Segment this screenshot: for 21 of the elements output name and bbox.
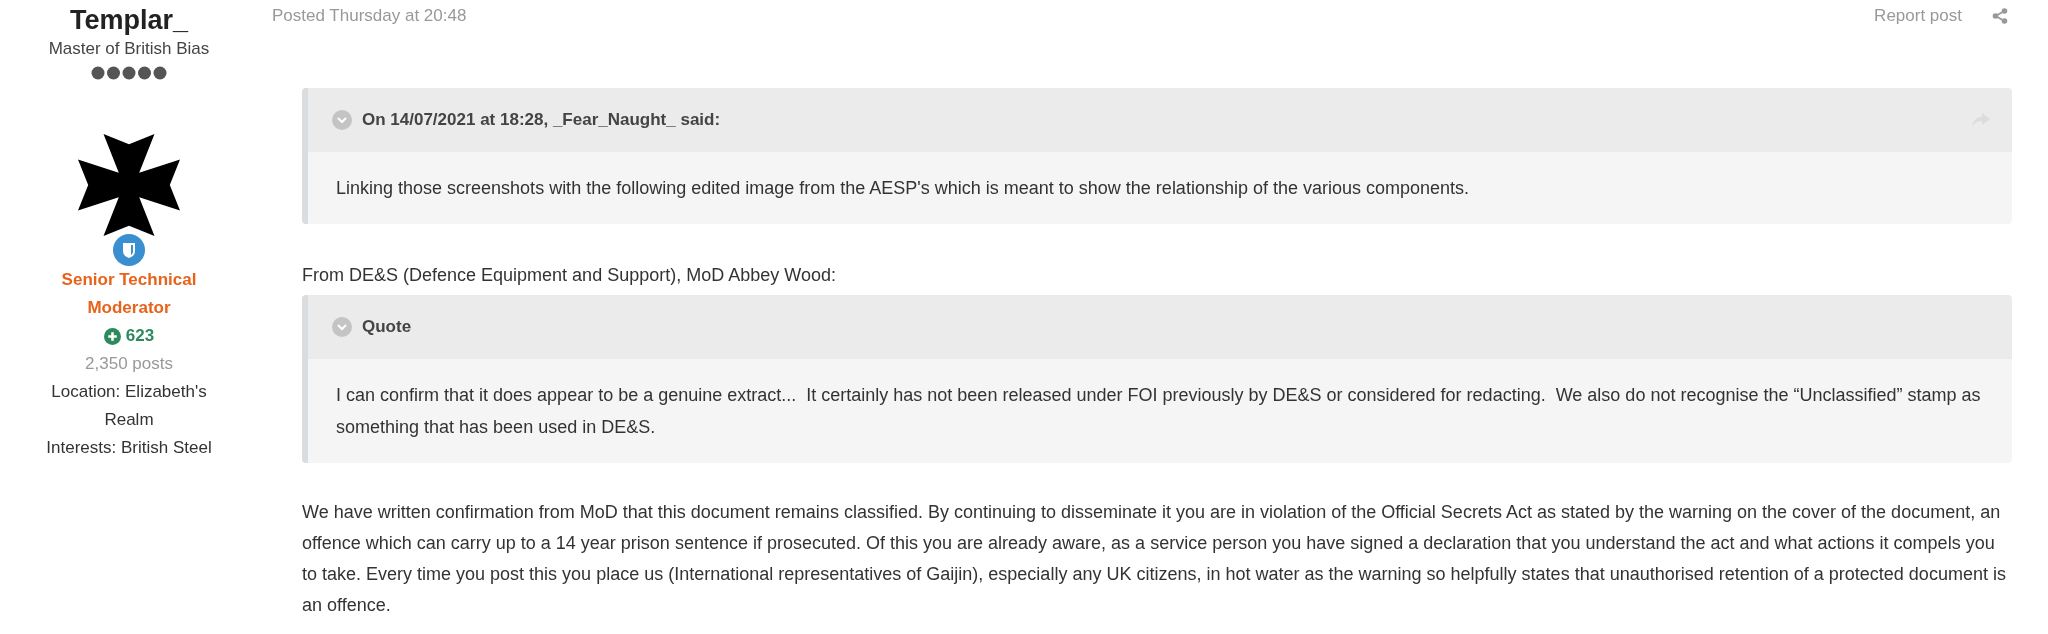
reputation-count: 623 xyxy=(125,325,155,347)
post-date: Posted Thursday at 20:48 xyxy=(272,5,467,28)
collapse-chevron-icon[interactable] xyxy=(332,110,352,130)
quote-text: Linking those screenshots with the following edited image from the AESP's which is meant to show the relationship of the various components. xyxy=(336,177,1471,200)
quote-text: I can confirm that it does appear to be a genuine extract... It certainly has not been released under FOI previously by DE&S or considered for redacting. We also do not recognise the “Unclassified” stamp as something that has been used in DE&S. xyxy=(336,384,1982,439)
quote-author: Quote xyxy=(362,316,413,339)
post-paragraph: From DE&S (Defence Equipment and Support), MoD Abbey Wood: xyxy=(302,264,837,287)
post-count: 2,350 posts xyxy=(85,353,173,375)
rank-dots-icon xyxy=(91,66,167,80)
plus-circle-icon xyxy=(103,327,121,345)
username-link[interactable]: Templar_ xyxy=(69,2,188,38)
share-icon[interactable] xyxy=(1992,8,2008,24)
quote-author: On 14/07/2021 at 18:28, _Fear_Naught_ said: xyxy=(362,109,722,132)
profile-field: Location: Elizabeth's Realm xyxy=(29,378,229,434)
member-title: Master of British Bias xyxy=(48,38,210,60)
profile-field: Interests: British Steel xyxy=(29,434,229,462)
group-name: Senior Technical Moderator xyxy=(60,269,198,319)
collapse-chevron-icon[interactable] xyxy=(332,317,352,337)
post-paragraph: We have written confirmation from MoD that this document remains classified. By continuing to disseminate it you are in violation of the Official Secrets Act as stated by the warning on the cover of the document, an offence which can carry up to a 14 year prison sentence if prosecuted. Of this you are already aware, as a service person you have signed a declaration that you understand the act and what actions it compels you to take. Every time you post this you place us (International representatives of Gaijin), especially any UK citizens, in hot water as the warning so helpfully states that unauthorised retention of a protected document is an offence. xyxy=(302,501,2007,617)
cross-avatar-icon[interactable] xyxy=(78,134,180,236)
shield-badge-icon xyxy=(113,234,145,266)
